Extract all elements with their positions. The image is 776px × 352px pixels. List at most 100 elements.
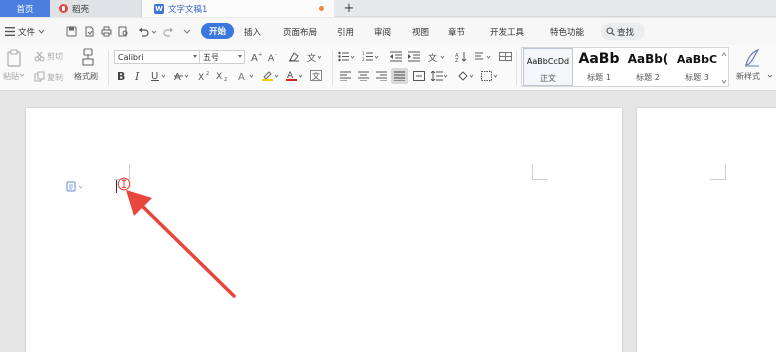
sort-icon[interactable]: AZ [455,51,468,62]
format-painter-icon[interactable] [80,48,96,66]
svg-text:B: B [117,70,125,81]
redo-icon[interactable] [163,26,174,37]
writer-doc-icon: W [154,3,164,14]
style-heading-1-preview: AaBb [578,51,620,67]
tab-home[interactable]: 首页 [0,0,50,17]
chinese-layout-icon[interactable]: 文 [428,51,446,62]
font-color-icon[interactable]: A [286,70,304,81]
text-effect-icon[interactable]: A [238,70,256,81]
format-painter-label[interactable]: 格式刷 [74,71,98,82]
new-style-label[interactable]: 新样式 [736,71,760,82]
menu-bar: 文件 开始 插入 页面布局 引用 审阅 视图 章节 开发工具 特色功能 查找 [0,18,776,45]
font-name-select[interactable]: Calibri [114,50,200,64]
shading-icon[interactable] [457,71,475,81]
cut-label[interactable]: 剪切 [47,51,63,62]
save-icon[interactable] [66,26,77,37]
borders-icon[interactable] [481,71,499,81]
chevron-down-icon [193,55,197,58]
print-icon[interactable] [101,26,112,37]
chevron-down-icon [38,29,45,34]
style-heading-1-label: 标题 1 [587,73,611,82]
bullet-list-icon[interactable] [338,51,356,62]
distributed-align-icon[interactable] [413,71,425,81]
line-spacing-icon[interactable] [431,71,449,81]
tab-start[interactable]: 开始 [201,23,235,39]
numbered-list-icon[interactable]: 12 [362,51,380,62]
tab-review[interactable]: 审阅 [374,18,391,45]
tab-reference[interactable]: 引用 [337,18,354,45]
style-normal[interactable]: AaBbCcDd 正文 [523,48,573,86]
tab-chapter[interactable]: 章节 [448,18,465,45]
tab-developer-tools-label: 开发工具 [490,27,525,38]
ribbon-divider [108,51,109,85]
tab-developer-tools[interactable]: 开发工具 [490,18,524,45]
tab-insert[interactable]: 插入 [244,18,261,45]
tab-special-features[interactable]: 特色功能 [550,18,584,45]
align-right-icon[interactable] [376,71,387,81]
justify-button[interactable] [391,68,408,84]
bold-icon[interactable]: B [117,70,126,81]
new-style-icon[interactable] [742,48,762,68]
font-size-select[interactable]: 五号 [199,50,245,64]
cut-icon [34,51,45,62]
decrease-font-size-icon[interactable]: A- [268,51,280,62]
tab-document[interactable]: W 文字文稿1 [142,0,334,17]
paragraph-handle-icon[interactable] [66,181,86,193]
show-hide-marks-icon[interactable] [474,51,492,62]
tab-view[interactable]: 视图 [412,18,429,45]
align-left-icon[interactable] [340,71,351,81]
document-page[interactable] [26,108,622,352]
svg-text:1: 1 [362,51,365,56]
tab-page-layout-label: 页面布局 [283,27,318,38]
undo-icon[interactable] [138,26,149,37]
paste-dropdown-icon[interactable] [19,72,25,78]
table-tools-icon[interactable] [499,51,513,62]
paste-label[interactable]: 粘贴 [3,71,19,82]
chevron-down-icon [238,55,242,58]
search-command-button[interactable]: 查找 [601,23,645,40]
phonetic-guide-icon[interactable]: 文 [307,51,321,62]
tab-chapter-label: 章节 [448,27,466,38]
character-border-icon[interactable]: 文 [310,70,322,81]
file-menu[interactable]: 文件 [5,18,45,45]
tab-page-layout[interactable]: 页面布局 [283,18,317,45]
increase-indent-icon[interactable] [408,51,420,62]
ribbon-divider [516,51,517,85]
increase-font-size-icon[interactable]: A + [251,51,263,62]
align-center-icon[interactable] [358,71,369,81]
superscript-icon[interactable]: X2 [198,70,211,81]
new-style-dropdown-icon[interactable] [767,73,773,79]
clear-format-icon[interactable] [288,51,300,62]
undo-dropdown-icon[interactable] [151,26,157,37]
subscript-icon[interactable]: X2 [216,70,229,81]
copy-label[interactable]: 复制 [47,72,63,83]
tab-daoke[interactable]: 稻壳 [50,0,142,17]
underline-icon[interactable]: U [151,70,167,81]
tab-view-label: 视图 [412,27,430,38]
tab-home-label: 首页 [16,4,34,15]
highlight-color-icon[interactable] [262,70,280,81]
decrease-indent-icon[interactable] [390,51,402,62]
customize-quick-access-icon[interactable] [183,26,191,37]
new-tab-button[interactable]: + [340,0,358,17]
next-document-page[interactable] [637,108,776,352]
print-preview-icon[interactable] [118,26,129,37]
ribbon-divider [332,51,333,85]
document-workspace [0,92,776,352]
style-gallery-scroll-icon[interactable] [721,51,727,85]
style-heading-2[interactable]: AaBb( 标题 2 [623,48,673,86]
style-heading-1[interactable]: AaBb 标题 1 [575,48,623,86]
paste-icon[interactable] [6,49,22,67]
output-pdf-icon[interactable] [84,26,95,37]
tab-review-label: 审阅 [374,27,392,38]
strikethrough-icon[interactable]: A [174,70,190,81]
svg-text:2: 2 [224,77,227,81]
svg-text:I: I [135,70,140,81]
svg-text:-: - [275,52,277,58]
svg-text:+: + [258,52,262,58]
style-heading-3[interactable]: AaBbC 标题 3 [673,48,721,86]
svg-text:X: X [216,72,222,81]
svg-text:文: 文 [428,52,437,62]
svg-text:2: 2 [362,57,365,62]
italic-icon[interactable]: I [135,70,142,81]
